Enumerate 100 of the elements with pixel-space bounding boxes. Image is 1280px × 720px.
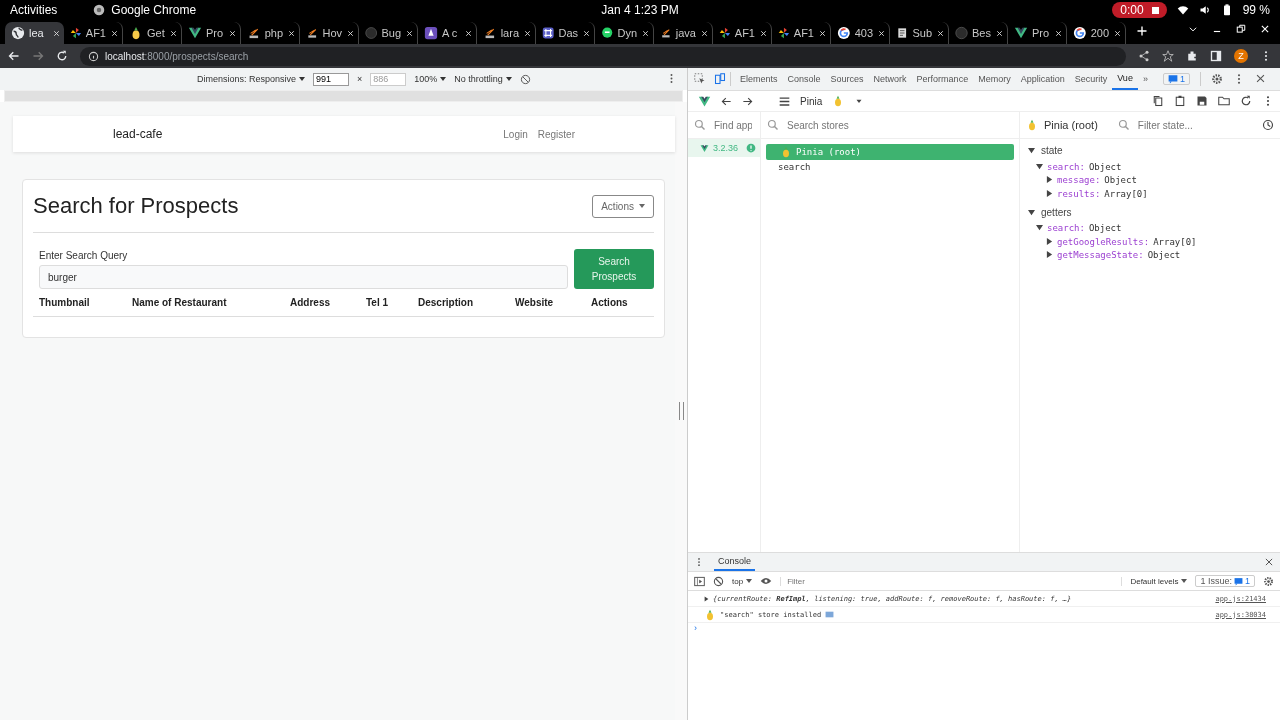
chevron-down-icon[interactable] (1188, 24, 1198, 34)
reload-icon[interactable] (56, 50, 68, 62)
devtools-tab[interactable]: Memory (973, 68, 1016, 90)
star-icon[interactable] (1162, 50, 1174, 62)
side-panel-icon[interactable] (1210, 50, 1222, 62)
nav-link[interactable]: Login (503, 128, 528, 140)
log-levels-dropdown[interactable]: Default levels (1130, 576, 1179, 586)
actions-dropdown[interactable]: Actions (592, 194, 654, 218)
nav-link[interactable]: Register (537, 128, 575, 140)
browser-tab[interactable]: lea (5, 22, 64, 44)
devtools-tab[interactable]: Elements (735, 68, 783, 90)
caret-icon[interactable] (1181, 579, 1188, 583)
state-key[interactable]: search: (1047, 223, 1085, 234)
volume-icon[interactable] (1198, 4, 1211, 16)
new-tab-icon[interactable] (1136, 25, 1148, 37)
sidebar-icon[interactable] (694, 575, 705, 587)
state-key[interactable]: search: (1047, 161, 1085, 172)
state-key[interactable]: message: (1057, 175, 1101, 186)
close-icon[interactable] (228, 28, 237, 38)
forward-arrow-icon[interactable] (742, 95, 753, 107)
throttling-dropdown[interactable]: No throttling (454, 74, 503, 84)
close-icon[interactable] (818, 28, 827, 38)
caret-icon[interactable] (746, 579, 753, 583)
caret-icon[interactable] (299, 77, 306, 81)
clear-icon[interactable] (713, 575, 724, 587)
close-icon[interactable] (1254, 73, 1266, 84)
v-logo-icon[interactable] (698, 94, 711, 108)
issues-counter[interactable]: 1 Issue: 1 (1195, 575, 1255, 587)
close-icon[interactable] (1113, 28, 1122, 38)
share-icon[interactable] (1138, 50, 1150, 62)
filter-field[interactable]: Filter (780, 576, 1123, 586)
devtools-tab[interactable]: Sources (825, 68, 869, 90)
devtools-tab[interactable]: Console (782, 68, 826, 90)
close-icon[interactable] (1054, 28, 1063, 38)
close-icon[interactable] (523, 28, 532, 38)
section-label[interactable]: state (1041, 145, 1063, 156)
caret-icon[interactable] (505, 77, 512, 81)
rotate-icon[interactable] (519, 73, 531, 85)
back-arrow-icon[interactable] (721, 95, 732, 107)
close-icon[interactable] (759, 28, 768, 38)
width-field[interactable]: 991 (313, 72, 350, 86)
devtools-tab[interactable]: Network (868, 68, 912, 90)
context-dropdown[interactable]: top (732, 576, 744, 586)
address-bar[interactable]: localhost:8000/prospects/search (80, 46, 1126, 66)
close-icon[interactable] (700, 28, 709, 38)
resize-handle[interactable] (678, 402, 684, 420)
devtools-tab[interactable]: Vue (1112, 68, 1138, 90)
close-icon[interactable] (169, 28, 178, 38)
brand-link[interactable]: lead-cafe (113, 127, 163, 141)
dimensions-dropdown[interactable]: Dimensions: Responsive (197, 74, 297, 84)
history-icon[interactable] (1262, 119, 1274, 131)
copy-icon[interactable] (1152, 95, 1164, 107)
expand-triangle-icon[interactable] (704, 595, 709, 602)
device-icon[interactable] (714, 73, 726, 85)
store-item[interactable]: search (766, 160, 1014, 174)
puzzle-icon[interactable] (1186, 50, 1198, 62)
recording-indicator[interactable]: 0:00 (1112, 2, 1167, 18)
devtools-tab[interactable]: Performance (911, 68, 974, 90)
search-stores-field[interactable]: Search stores (785, 118, 1013, 132)
close-icon[interactable] (582, 28, 591, 38)
activities-label[interactable]: Activities (10, 3, 58, 17)
console-prompt[interactable]: › (688, 623, 1280, 633)
state-key[interactable]: getMessageState: (1057, 250, 1144, 261)
app-name[interactable]: Google Chrome (111, 3, 197, 17)
clock[interactable]: Jan 4 1:23 PM (601, 3, 679, 17)
close-icon[interactable] (346, 28, 355, 38)
settings-icon[interactable] (1210, 73, 1223, 85)
clipboard-icon[interactable] (1174, 95, 1186, 107)
folder-icon[interactable] (1218, 95, 1230, 107)
close-icon[interactable] (641, 28, 650, 38)
inspector-selector[interactable]: Pinia (800, 95, 823, 107)
close-icon[interactable] (287, 28, 296, 38)
caret-icon[interactable] (440, 77, 447, 81)
inspect-icon[interactable] (694, 73, 706, 85)
more-tabs-button[interactable]: » (1137, 68, 1153, 90)
section-label[interactable]: getters (1041, 206, 1072, 218)
eye-icon[interactable] (760, 575, 773, 587)
drawer-tab[interactable]: Console (714, 553, 756, 571)
save-icon[interactable] (1196, 95, 1208, 107)
close-icon[interactable] (995, 28, 1004, 38)
back-arrow-icon[interactable] (8, 50, 20, 62)
zoom-dropdown[interactable]: 100% (414, 74, 438, 84)
wifi-icon[interactable] (1176, 4, 1189, 16)
refresh-icon[interactable] (1240, 95, 1252, 107)
filter-state-field[interactable]: Filter state... (1135, 118, 1256, 132)
settings-icon[interactable] (1263, 575, 1274, 587)
state-key[interactable]: results: (1057, 188, 1101, 199)
state-key[interactable]: getGoogleResults: (1057, 236, 1150, 247)
close-icon[interactable] (1264, 557, 1274, 567)
find-apps-field[interactable]: Find app (712, 118, 754, 132)
devtools-tab[interactable]: Application (1015, 68, 1070, 90)
close-icon[interactable] (877, 28, 886, 38)
close-icon[interactable] (110, 28, 119, 38)
close-icon[interactable] (405, 28, 414, 38)
restore-icon[interactable] (1236, 24, 1246, 34)
close-icon[interactable] (464, 28, 473, 38)
issues-badge[interactable]: 1 (1162, 73, 1190, 85)
list-icon[interactable] (779, 95, 790, 107)
close-icon[interactable] (936, 28, 945, 38)
close-icon[interactable] (52, 28, 61, 38)
